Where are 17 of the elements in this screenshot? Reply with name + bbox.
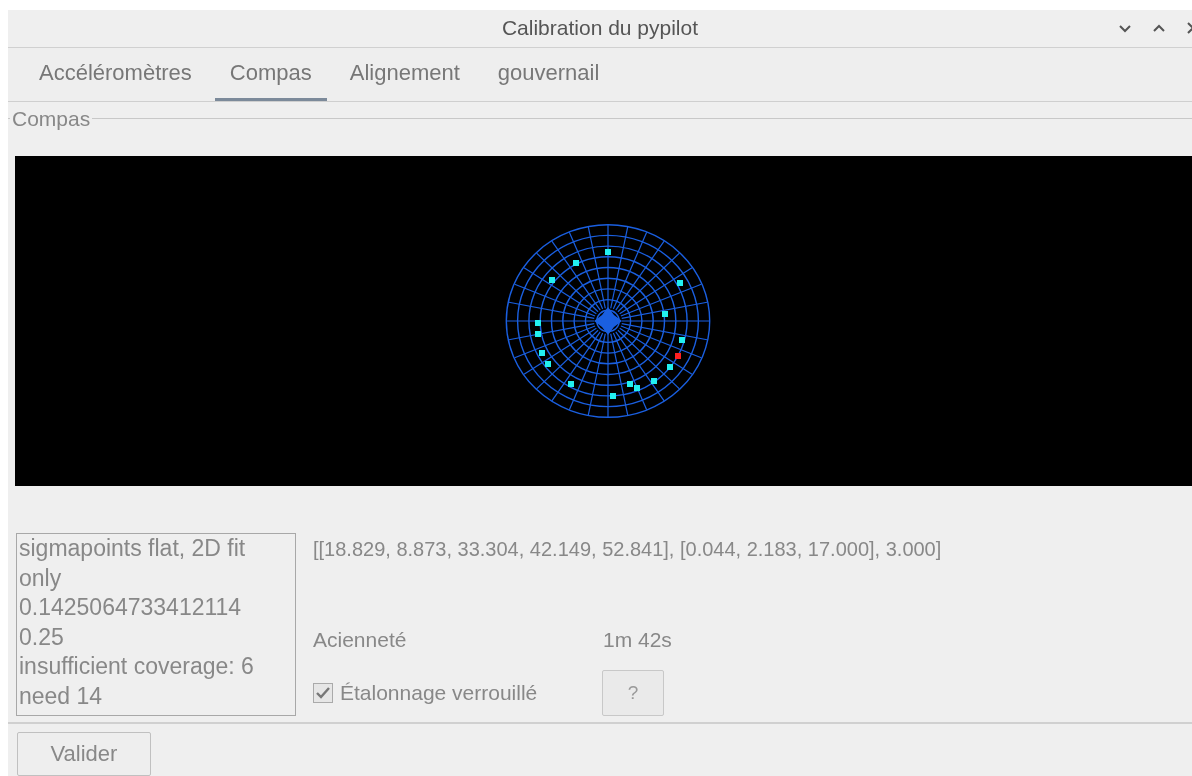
status-line: sigmapoints flat, 2D fit only	[19, 534, 247, 593]
tab[interactable]: Accéléromètres	[24, 47, 207, 101]
lock-checkbox[interactable]	[313, 683, 333, 704]
status-line: insufficient coverage: 6 need 14	[19, 652, 255, 711]
validate-button[interactable]: Valider	[17, 732, 151, 776]
status-line: 0.25	[19, 622, 65, 652]
help-button[interactable]: ?	[602, 670, 664, 717]
tab[interactable]: Compas	[214, 47, 327, 101]
window-title: Calibration du pypilot	[501, 16, 699, 41]
group-title: Compas	[11, 106, 92, 131]
age-label: Acienneté	[313, 628, 408, 653]
tab[interactable]: gouvernail	[482, 47, 615, 101]
status-line: 0.1425064733412114	[19, 593, 243, 623]
tab[interactable]: Alignement	[334, 47, 475, 101]
age-value: 1m 42s	[603, 628, 672, 653]
calibration-values: [[18.829, 8.873, 33.304, 42.149, 52.841], [0.044, 2.183, 17.000], 3.000]	[313, 538, 942, 563]
lock-label: Étalonnage verrouillé	[340, 681, 538, 706]
